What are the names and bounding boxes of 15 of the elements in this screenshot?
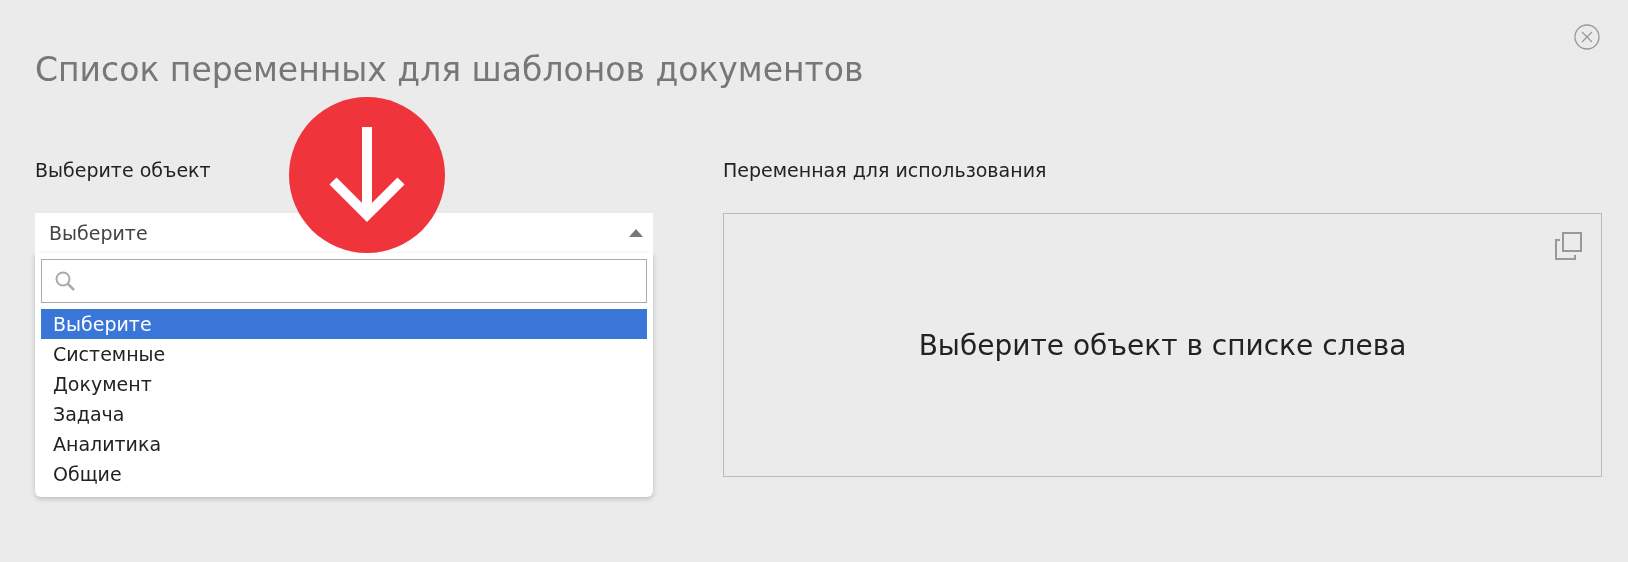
field-label: Переменная для использования <box>723 158 1048 183</box>
close-icon[interactable] <box>1574 24 1600 50</box>
dropdown-option[interactable]: Выберите <box>41 309 647 339</box>
field-label: Выберите объект <box>35 158 212 183</box>
search-icon <box>54 270 76 292</box>
dropdown-option[interactable]: Документ <box>41 369 647 399</box>
dropdown-option[interactable]: Системные <box>41 339 647 369</box>
dropdown-option[interactable]: Задача <box>41 399 647 429</box>
search-field[interactable] <box>41 259 647 303</box>
dropdown-option[interactable]: Аналитика <box>41 429 647 459</box>
dialog-title: Список переменных для шаблонов документов <box>35 49 865 91</box>
copy-icon[interactable] <box>1555 232 1583 260</box>
empty-message: Выберите объект в списке слева <box>918 328 1407 362</box>
caret-up-icon <box>629 229 643 237</box>
dropdown-option[interactable]: Общие <box>41 459 647 489</box>
